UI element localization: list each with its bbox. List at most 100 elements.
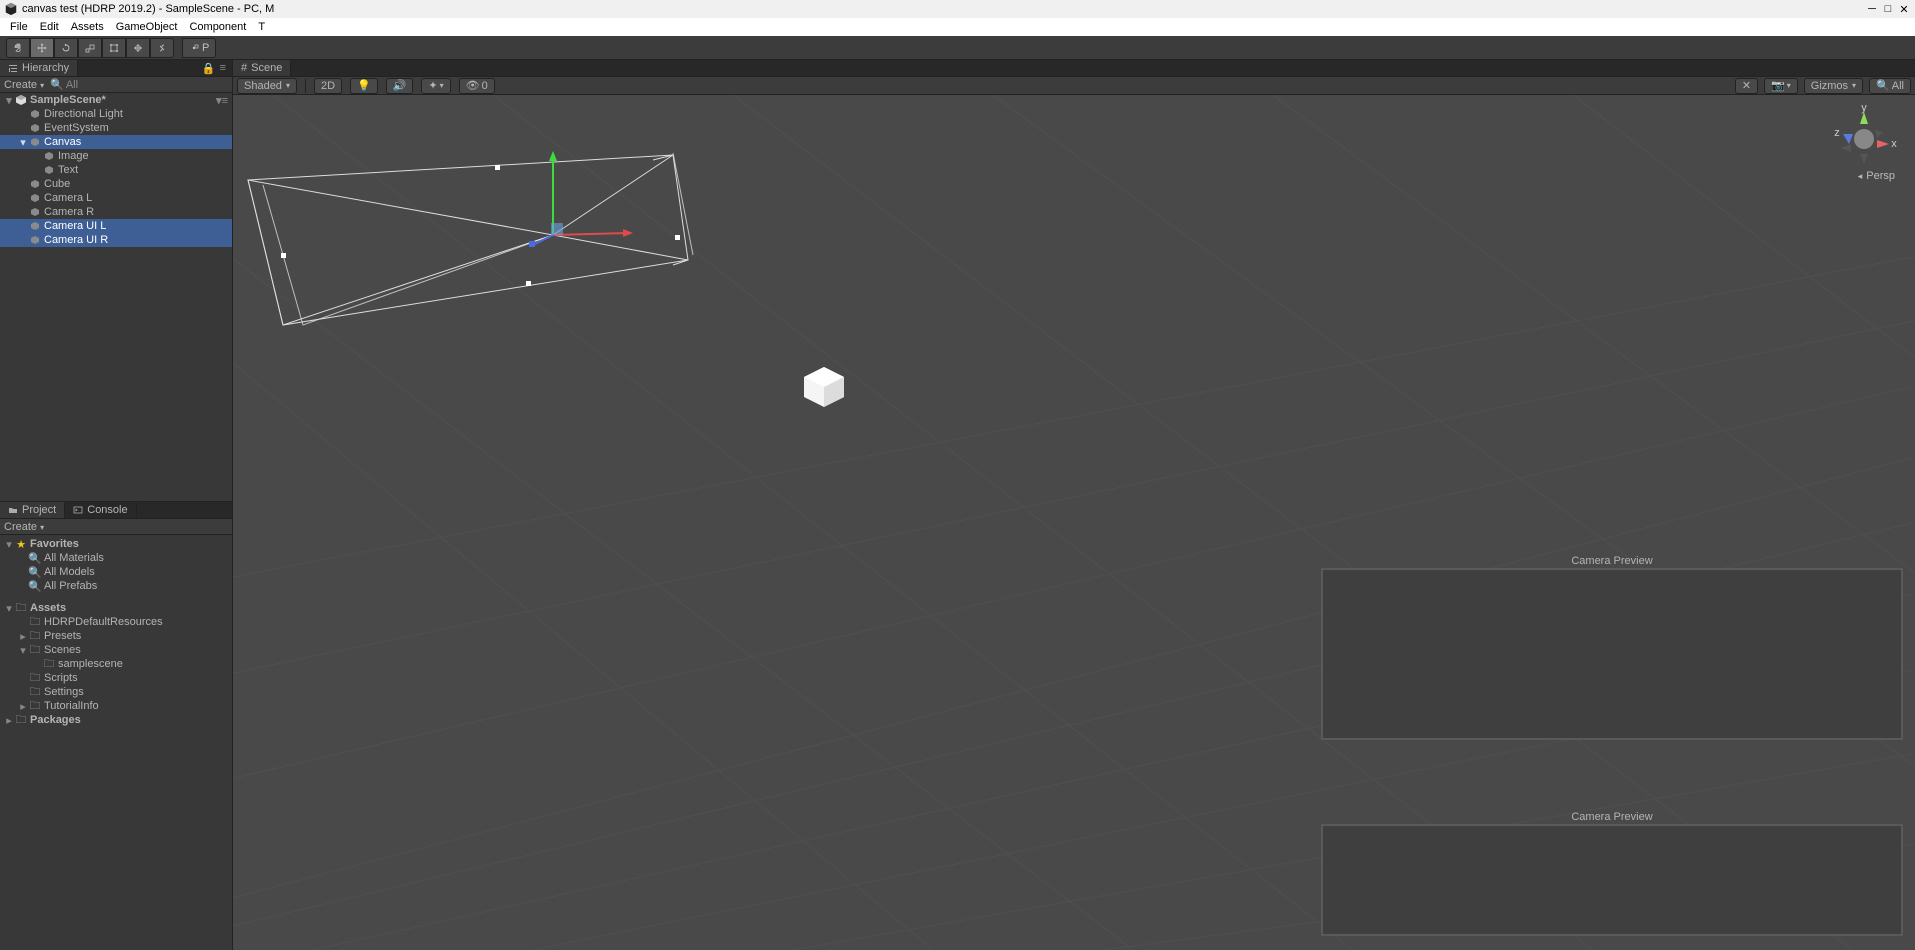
hierarchy-icon — [8, 63, 18, 73]
pivot-handle-group: P — [182, 38, 216, 58]
hierarchy-tab[interactable]: Hierarchy — [0, 60, 78, 76]
projection-mode-label[interactable]: ◂ Persp — [1858, 170, 1895, 182]
project-create-dropdown[interactable]: Create ▾ — [4, 521, 44, 533]
camera-preview-viewport — [1321, 568, 1903, 740]
favorites-header[interactable]: ▾ ★ Favorites — [0, 537, 232, 551]
gameobject-icon — [28, 179, 42, 189]
fx-toggle[interactable]: ✦▾ — [421, 78, 450, 94]
packages-header[interactable]: ▸ 🗀 Packages — [0, 713, 232, 727]
scene-row-menu[interactable]: ▾≡ — [216, 94, 232, 107]
window-title-bar: canvas test (HDRP 2019.2) - SampleScene … — [0, 0, 1915, 18]
hierarchy-item-label: Cube — [42, 178, 70, 190]
asset-label: TutorialInfo — [42, 700, 99, 712]
menu-edit[interactable]: Edit — [34, 21, 65, 33]
fx-icon: ✦ — [428, 79, 437, 92]
expand-arrow-icon[interactable]: ▸ — [4, 714, 14, 727]
scene-name-label: SampleScene* — [28, 94, 106, 106]
lighting-toggle[interactable]: 💡 — [350, 78, 378, 94]
window-maximize-button[interactable]: □ — [1881, 2, 1895, 16]
scene-tab[interactable]: # Scene — [233, 60, 291, 76]
folder-icon: 🗀 — [42, 655, 56, 674]
scene-search[interactable]: 🔍All — [1869, 78, 1911, 94]
custom-tool-button[interactable] — [150, 38, 174, 58]
gizmos-dropdown[interactable]: Gizmos ▾ — [1804, 78, 1863, 94]
expand-arrow-icon[interactable]: ▾ — [18, 644, 28, 657]
scene-view[interactable]: # Scene Shaded ▾ 2D 💡 🔊 ✦▾ 👁0 ✕ 📷▾ Gizmo… — [233, 60, 1915, 950]
scene-cube — [804, 367, 844, 407]
audio-toggle[interactable]: 🔊 — [386, 78, 414, 94]
search-filter-icon: 🔍 — [28, 552, 42, 565]
favorite-label: All Prefabs — [42, 580, 97, 592]
expand-arrow-icon[interactable]: ▾ — [4, 538, 14, 551]
hierarchy-item[interactable]: ▾ Canvas — [0, 135, 232, 149]
search-filter-icon: 🔍 — [28, 566, 42, 579]
orientation-gizmo[interactable]: y x z — [1829, 104, 1899, 174]
camera-preview-2: Camera Preview — [1321, 810, 1903, 936]
project-tab-bar: Project Console — [0, 502, 232, 519]
expand-arrow-icon[interactable]: ▾ — [18, 136, 28, 149]
scale-tool-button[interactable] — [78, 38, 102, 58]
scene-tools-button[interactable]: ✕ — [1735, 78, 1758, 94]
search-filter-icon: 🔍 — [28, 580, 42, 593]
camera-preview-label: Camera Preview — [1321, 554, 1903, 568]
hierarchy-item[interactable]: Text — [0, 163, 232, 177]
hierarchy-tree[interactable]: ▾ SampleScene* ▾≡ Directional LightEvent… — [0, 93, 232, 501]
expand-arrow-icon[interactable]: ▸ — [18, 630, 28, 643]
hierarchy-panel-options[interactable]: 🔒 ≡ — [196, 60, 232, 76]
menu-assets[interactable]: Assets — [65, 21, 110, 33]
window-minimize-button[interactable]: ─ — [1865, 2, 1879, 16]
star-icon: ★ — [14, 538, 28, 551]
menu-truncated[interactable]: T — [252, 21, 271, 33]
asset-folder[interactable]: ▾🗀Scenes — [0, 643, 232, 657]
hierarchy-item[interactable]: Cube — [0, 177, 232, 191]
hierarchy-create-dropdown[interactable]: Create ▾ — [4, 79, 44, 91]
move-tool-button[interactable] — [30, 38, 54, 58]
svg-text:y: y — [1861, 104, 1867, 114]
rect-tool-button[interactable] — [102, 38, 126, 58]
hierarchy-item[interactable]: Camera UI L — [0, 219, 232, 233]
hierarchy-scene-row[interactable]: ▾ SampleScene* ▾≡ — [0, 93, 232, 107]
hierarchy-item-label: Image — [56, 150, 89, 162]
hierarchy-item[interactable]: EventSystem — [0, 121, 232, 135]
hierarchy-tab-label: Hierarchy — [22, 62, 69, 74]
hierarchy-item-label: Canvas — [42, 136, 81, 148]
asset-label: HDRPDefaultResources — [42, 616, 163, 628]
menu-file[interactable]: File — [4, 21, 34, 33]
gameobject-icon — [28, 137, 42, 147]
asset-folder[interactable]: ▸🗀TutorialInfo — [0, 699, 232, 713]
favorite-item[interactable]: 🔍All Prefabs — [0, 579, 232, 593]
move-gizmo — [529, 151, 633, 247]
console-tab[interactable]: Console — [65, 502, 136, 518]
expand-arrow-icon[interactable]: ▾ — [4, 602, 14, 615]
hidden-objects-button[interactable]: 👁0 — [459, 78, 495, 94]
gameobject-icon — [42, 151, 56, 161]
mode-2d-toggle[interactable]: 2D — [314, 78, 342, 94]
panel-menu-icon: ≡ — [220, 62, 226, 74]
project-tree[interactable]: ▾ ★ Favorites 🔍All Materials🔍All Models🔍… — [0, 535, 232, 950]
camera-icon: 📷 — [1771, 79, 1785, 92]
hierarchy-item[interactable]: Camera UI R — [0, 233, 232, 247]
hierarchy-item[interactable]: Camera R — [0, 205, 232, 219]
transform-tool-button[interactable] — [126, 38, 150, 58]
rotate-tool-button[interactable] — [54, 38, 78, 58]
hand-tool-button[interactable] — [6, 38, 30, 58]
scene-camera-button[interactable]: 📷▾ — [1764, 78, 1798, 94]
hierarchy-item-label: EventSystem — [42, 122, 109, 134]
menu-component[interactable]: Component — [183, 21, 252, 33]
left-panel-column: Hierarchy 🔒 ≡ Create ▾ 🔍All ▾ SampleScen… — [0, 60, 233, 950]
favorite-label: All Materials — [42, 552, 104, 564]
menu-gameobject[interactable]: GameObject — [110, 21, 184, 33]
search-icon[interactable]: 🔍All — [50, 78, 78, 91]
shading-mode-dropdown[interactable]: Shaded ▾ — [237, 78, 297, 94]
lock-icon: 🔒 — [202, 62, 216, 75]
favorite-item[interactable]: 🔍All Models — [0, 565, 232, 579]
pivot-mode-button[interactable]: P — [182, 38, 216, 58]
hierarchy-item[interactable]: Camera L — [0, 191, 232, 205]
favorite-item[interactable]: 🔍All Materials — [0, 551, 232, 565]
speaker-icon: 🔊 — [393, 79, 407, 92]
hierarchy-item[interactable]: Directional Light — [0, 107, 232, 121]
expand-arrow-icon[interactable]: ▾ — [4, 94, 14, 107]
window-close-button[interactable]: ✕ — [1897, 2, 1911, 16]
hierarchy-item[interactable]: Image — [0, 149, 232, 163]
project-tab[interactable]: Project — [0, 502, 65, 518]
